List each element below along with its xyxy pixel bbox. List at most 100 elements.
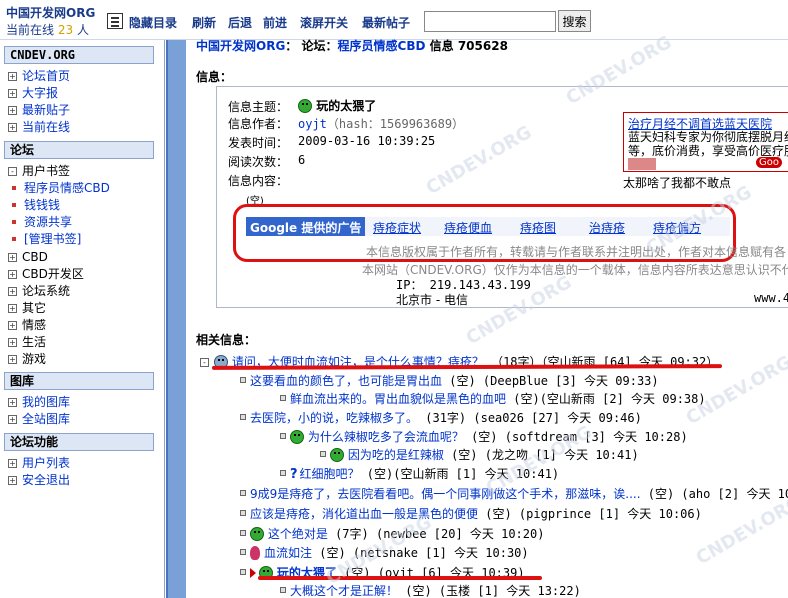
plus-icon: + (8, 253, 17, 262)
minus-icon: - (200, 358, 209, 367)
smiley-icon (330, 448, 344, 462)
question-icon: ? (290, 467, 298, 482)
plus-icon: + (8, 476, 17, 485)
plus-icon: + (8, 338, 17, 347)
sidebar-item-online[interactable]: + 当前在线 (8, 120, 70, 134)
plus-icon: + (8, 398, 17, 407)
bookmark-money[interactable]: 钱钱钱 (8, 198, 60, 212)
node-icon (240, 549, 246, 555)
bookmark-cbd[interactable]: 程序员情感CBD (8, 181, 110, 195)
forward-link[interactable]: 前进 (263, 14, 287, 31)
sidebar-item-bookmarks[interactable]: - 用户书签 (8, 164, 70, 178)
reads-label: 阅读次数： (228, 155, 289, 169)
sidebar-group-system[interactable]: + 论坛系统 (8, 284, 70, 298)
node-icon (240, 490, 246, 496)
sidebar-group-cbd[interactable]: + CBD (8, 250, 48, 264)
smiley-icon (290, 430, 304, 444)
node-icon (280, 470, 286, 476)
tree-row[interactable]: 这要看血的颜色了，也可能是胃出血 (空) (DeepBlue [3] 今天 09… (240, 374, 659, 388)
current-arrow-icon (250, 568, 256, 578)
sidebar-scroll-strip[interactable] (166, 40, 186, 598)
sidebar-site-title: CNDEV.ORG (4, 46, 154, 64)
sidebar-item-bigposter[interactable]: + 大字报 (8, 86, 58, 100)
tree-row[interactable]: 为什么辣椒吃多了会流血呢？ (空) (softdream [3] 今天 10:2… (280, 430, 688, 444)
node-icon (240, 414, 246, 420)
search-button[interactable]: 搜索 (558, 10, 591, 32)
sidebar-group-games[interactable]: + 游戏 (8, 352, 46, 366)
bullet-icon (12, 220, 16, 224)
sidebar: CNDEV.ORG + 论坛首页 + 大字报 + 最新贴子 + 当前在线 论坛 - 用户书… (0, 40, 165, 598)
sidebar-group-life[interactable]: + 生活 (8, 335, 46, 349)
plus-icon: + (8, 321, 17, 330)
node-icon (240, 530, 246, 536)
top-bar: 中国开发网ORG 当前在线 23 人 隐藏目录 刷新 后退 前进 滚屏开关 最新… (0, 0, 788, 40)
sidebar-func-head: 论坛功能 (4, 433, 154, 451)
breadcrumb: 中国开发网ORG： 论坛：程序员情感CBD 信息 705628 (196, 39, 508, 53)
sidebar-library-head: 图库 (4, 372, 154, 390)
plus-icon: + (8, 270, 17, 279)
sidebar-item-latest[interactable]: + 最新贴子 (8, 103, 70, 117)
node-icon (280, 587, 286, 593)
node-icon (240, 510, 246, 516)
site-logo: 中国开发网ORG (6, 6, 96, 20)
node-icon (320, 451, 326, 457)
subject-value: 玩的太猥了 (298, 97, 376, 114)
tree-row[interactable]: 因为吃的是红辣椒 (空) (龙之吻 [1] 今天 10:41) (320, 448, 639, 462)
sidebar-all-gallery[interactable]: + 全站图库 (8, 412, 70, 426)
minus-icon: - (8, 167, 17, 176)
bookmark-share[interactable]: 资源共享 (8, 215, 72, 229)
copyright-notice: 本信息版权属于作者所有，转载请与作者联系并注明出处，作者对本信息赋有各 (366, 245, 787, 259)
bookmark-manage[interactable]: [管理书签] (8, 232, 81, 246)
content-text: 太那啥了我都不敢点 (623, 176, 732, 190)
smiley-icon (298, 99, 312, 113)
tree-row[interactable]: 鲜血流出来的。胃出血貌似是黑色的血吧 (空)(空山新雨 [2] 今天 09:38… (280, 392, 706, 406)
sidebar-item-home[interactable]: + 论坛首页 (8, 69, 70, 83)
plus-icon: + (8, 355, 17, 364)
location: 北京市 - 电信 (396, 293, 468, 307)
plus-icon: + (8, 304, 17, 313)
time-label: 发表时间： (228, 136, 289, 150)
bullet-icon (12, 186, 16, 190)
online-number: 23 (57, 23, 74, 37)
url-fragment: www.43 (754, 291, 788, 305)
hide-toc-link[interactable]: 隐藏目录 (129, 14, 177, 31)
sidebar-group-other[interactable]: + 其它 (8, 301, 46, 315)
tree-row[interactable]: 应该是痔疮，消化道出血一般是黑色的便便 (空) (pigprince [1] 今… (240, 507, 702, 521)
ad-brand-logo: Goo (756, 157, 782, 168)
ad-nav-arrows[interactable] (628, 158, 656, 170)
tongue-icon (250, 546, 260, 560)
online-count: 当前在线 23 人 (6, 23, 89, 37)
sidebar-my-gallery[interactable]: + 我的图库 (8, 395, 70, 409)
menu-icon[interactable] (107, 13, 123, 29)
node-icon (240, 569, 246, 575)
sidebar-logout[interactable]: + 安全退出 (8, 473, 70, 487)
smiley-icon (250, 527, 264, 541)
tree-row[interactable]: 大概这个才是正解！ (空) (玉楼 [1] 今天 13:22) (280, 584, 581, 598)
author-value: oyjt（hash：1569963689） (298, 117, 465, 131)
related-section-label: 相关信息： (196, 333, 257, 347)
author-label: 信息作者： (228, 117, 289, 131)
plus-icon: + (8, 72, 17, 81)
latest-posts-link[interactable]: 最新帖子 (362, 14, 410, 31)
plus-icon: + (8, 106, 17, 115)
bullet-icon (12, 237, 16, 241)
sidebar-user-list[interactable]: + 用户列表 (8, 456, 70, 470)
refresh-link[interactable]: 刷新 (192, 14, 216, 31)
node-icon (240, 377, 246, 383)
sidebar-forum-head: 论坛 (4, 141, 154, 159)
search-input[interactable] (424, 11, 556, 32)
sidebar-group-cbd-dev[interactable]: + CBD开发区 (8, 267, 84, 281)
sidebar-group-emotion[interactable]: + 情感 (8, 318, 46, 332)
tree-row[interactable]: 9成9是痔疮了，去医院看看吧。偶一个同事刚做这个手术，那滋味，诶.... (空)… (240, 487, 788, 501)
subject-label: 信息主题： (228, 100, 289, 114)
bullet-icon (12, 203, 16, 207)
plus-icon: + (8, 415, 17, 424)
back-link[interactable]: 后退 (228, 14, 252, 31)
reads-value: 6 (298, 153, 306, 167)
node-icon (280, 433, 286, 439)
ad-banner[interactable]: 治疗月经不调首选蓝天医院 蓝天妇科专家为你彻底摆脱月经 等，底价消费，享受高价医疗… (623, 112, 788, 172)
autoscroll-toggle[interactable]: 滚屏开关 (300, 14, 348, 31)
time-value: 2009-03-16 10:39:25 (298, 134, 436, 148)
plus-icon: + (8, 287, 17, 296)
plus-icon: + (8, 459, 17, 468)
